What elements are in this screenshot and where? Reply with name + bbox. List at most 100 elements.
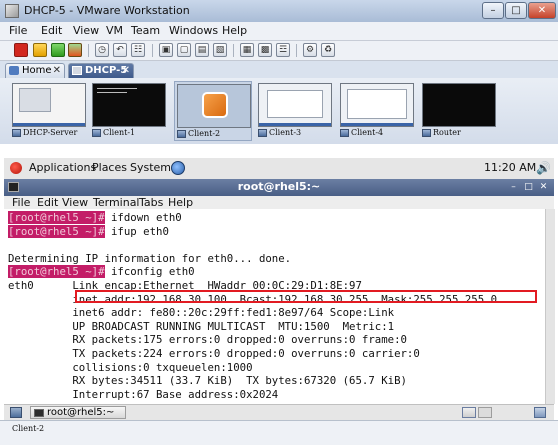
terminal-line: TX packets:224 errors:0 dropped:0 overru… [8, 347, 419, 360]
minimize-button[interactable]: – [482, 2, 504, 19]
terminal-line-text: inet6 addr: fe80::20c:29ff:fed1:8e97/64 … [8, 306, 395, 320]
system-menu[interactable]: System [130, 161, 171, 174]
vm-thumbnail[interactable]: Router [420, 81, 498, 141]
clone-icon[interactable]: ♻ [321, 43, 335, 57]
vmware-app-icon [5, 4, 19, 18]
gnome-bottom-panel: root@rhel5:~ [4, 404, 554, 421]
snapshot-icon[interactable]: ◷ [95, 43, 109, 57]
terminal-menu-terminal[interactable]: Terminal [93, 196, 140, 209]
close-tab-icon[interactable]: ✕ [53, 64, 61, 77]
menu-file[interactable]: File [9, 24, 27, 37]
terminal-menu-tabs[interactable]: Tabs [139, 196, 163, 209]
close-button[interactable]: ✕ [528, 2, 556, 19]
places-menu[interactable]: Places [92, 161, 127, 174]
vm-label: Client-4 [339, 128, 383, 137]
vmware-tabbar: Home ✕ DHCP-5 ✕ [0, 61, 558, 79]
vm-thumbnail[interactable]: DHCP-Server [10, 81, 88, 141]
reset-icon[interactable] [68, 43, 82, 57]
panel-clock[interactable]: 11:20 AM [484, 161, 536, 174]
team-icon[interactable]: ⚙ [303, 43, 317, 57]
revert-snapshot-icon[interactable]: ↶ [113, 43, 127, 57]
unity-icon[interactable]: ▧ [213, 43, 227, 57]
vm-icon [72, 66, 82, 75]
ip-address-highlight-box [75, 290, 537, 303]
quick-switch-icon[interactable]: ▤ [195, 43, 209, 57]
terminal-menu-file[interactable]: File [12, 196, 30, 209]
trash-icon[interactable] [534, 407, 546, 418]
redhat-logo-icon [10, 162, 22, 174]
terminal-line-text: collisions:0 txqueuelen:1000 [8, 360, 253, 374]
applications-menu[interactable]: Applications [29, 161, 96, 174]
vm-screen-preview [258, 83, 332, 127]
vm-thumbnail-selected[interactable]: Client-2 [174, 81, 252, 141]
workspace-switcher-1[interactable] [462, 407, 476, 418]
terminal-menubar: File Edit View Terminal Tabs Help [4, 196, 554, 210]
menu-edit[interactable]: Edit [41, 24, 62, 37]
vm-thumbnail[interactable]: Client-4 [338, 81, 416, 141]
show-console-icon[interactable]: ▣ [159, 43, 173, 57]
window-title: DHCP-5 - VMware Workstation [24, 4, 190, 17]
web-browser-icon[interactable] [171, 161, 185, 175]
vm-icon [258, 129, 267, 137]
taskbar-window-label: root@rhel5:~ [47, 407, 115, 418]
summary-view-icon[interactable]: ▦ [240, 43, 254, 57]
full-screen-icon[interactable]: ▢ [177, 43, 191, 57]
toolbar-separator [152, 44, 153, 57]
vm-label: Client-2 [176, 129, 220, 138]
volume-icon[interactable]: 🔊 [536, 161, 551, 175]
vm-label: Client-1 [91, 128, 135, 137]
taskbar-window-button[interactable]: root@rhel5:~ [30, 406, 126, 419]
terminal-output[interactable]: [root@rhel5 ~]# ifdown eth0 [root@rhel5 ~… [4, 209, 545, 404]
vm-thumbnail[interactable]: Client-3 [256, 81, 334, 141]
vm-screen-preview [177, 84, 251, 128]
menu-help[interactable]: Help [222, 24, 247, 37]
vm-icon [422, 129, 431, 137]
maximize-button[interactable]: □ [505, 2, 527, 19]
terminal-line-text: Interrupt:67 Base address:0x2024 [8, 387, 279, 401]
toolbar-separator [233, 44, 234, 57]
menu-team[interactable]: Team [131, 24, 160, 37]
terminal-menu-view[interactable]: View [62, 196, 88, 209]
terminal-minimize-button[interactable]: – [507, 181, 520, 194]
show-desktop-icon[interactable] [10, 407, 22, 418]
vm-screen-preview [422, 83, 496, 127]
terminal-scrollbar[interactable] [545, 209, 555, 404]
toolbar-separator [88, 44, 89, 57]
tab-home[interactable]: Home ✕ [5, 63, 65, 78]
vm-label: Router [421, 128, 461, 137]
statusbar-vm-name: Client-2 [12, 424, 45, 433]
power-on-icon[interactable] [51, 43, 65, 57]
terminal-icon [34, 409, 44, 417]
terminal-line-text: RX bytes:34511 (33.7 KiB) TX bytes:67320… [8, 374, 407, 388]
terminal-close-button[interactable]: ✕ [537, 181, 550, 194]
shell-prompt: [root@rhel5 ~]# [8, 211, 105, 224]
close-tab-icon[interactable]: ✕ [122, 64, 130, 77]
power-off-icon[interactable] [14, 43, 28, 57]
terminal-line: [root@rhel5 ~]# ifconfig eth0 [8, 265, 195, 279]
terminal-menu-help[interactable]: Help [168, 196, 193, 209]
terminal-line-text: RX packets:175 errors:0 dropped:0 overru… [8, 333, 407, 347]
thumbnail-bar-icon[interactable]: ☲ [276, 43, 290, 57]
suspend-icon[interactable] [33, 43, 47, 57]
vmware-titlebar: DHCP-5 - VMware Workstation – □ ✕ [0, 0, 558, 23]
vm-icon [92, 129, 101, 137]
terminal-line-text: Determining IP information for eth0... d… [8, 251, 292, 265]
vmware-menubar: File Edit View VM Team Windows Help [0, 22, 558, 41]
menu-view[interactable]: View [73, 24, 99, 37]
vm-screen-preview [92, 83, 166, 127]
snapshot-manager-icon[interactable]: ☷ [131, 43, 145, 57]
terminal-menu-edit[interactable]: Edit [37, 196, 58, 209]
gnome-top-panel: Applications Places System 11:20 AM 🔊 [4, 158, 554, 180]
terminal-line: [root@rhel5 ~]# ifdown eth0 [8, 211, 182, 224]
workspace-switcher-2[interactable] [478, 407, 492, 418]
terminal-line: UP BROADCAST RUNNING MULTICAST MTU:1500 … [8, 320, 394, 333]
terminal-maximize-button[interactable]: □ [522, 181, 535, 194]
console-view-icon[interactable]: ▩ [258, 43, 272, 57]
terminal-line: collisions:0 txqueuelen:1000 [8, 360, 253, 374]
vm-thumbnail[interactable]: Client-1 [90, 81, 168, 141]
menu-vm[interactable]: VM [106, 24, 123, 37]
tab-dhcp-5[interactable]: DHCP-5 ✕ [68, 63, 134, 78]
home-icon [9, 66, 19, 75]
vm-screen-preview [340, 83, 414, 127]
menu-windows[interactable]: Windows [169, 24, 218, 37]
